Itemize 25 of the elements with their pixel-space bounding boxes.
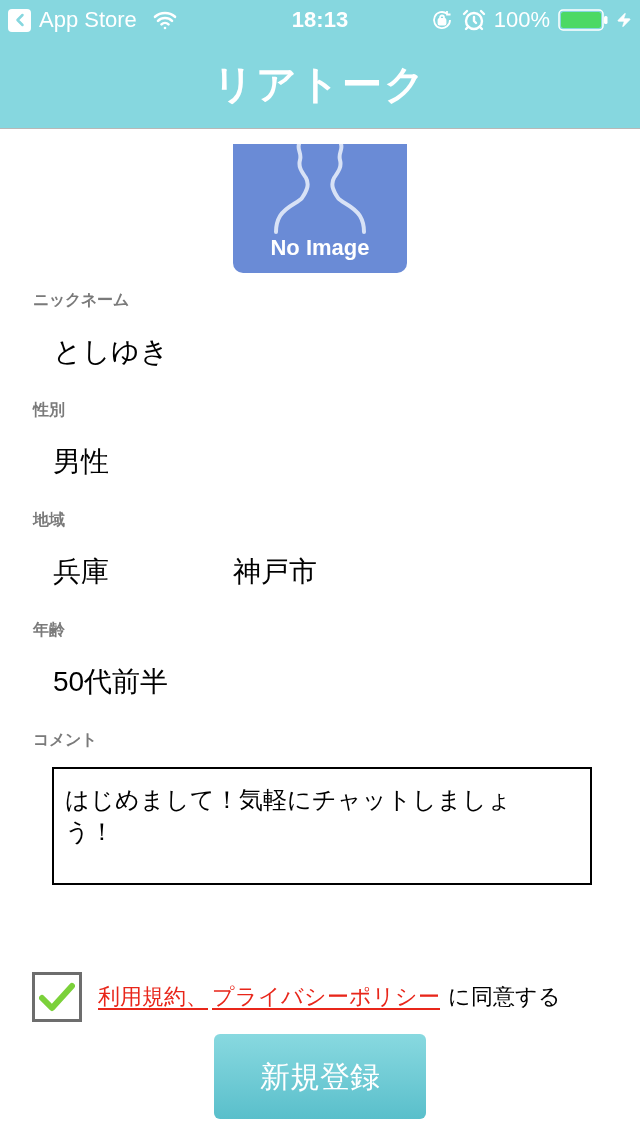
- comment-label: コメント: [33, 730, 97, 750]
- field-label: ニックネーム: [33, 290, 129, 310]
- charging-icon: [616, 12, 632, 28]
- field-label: 性別: [33, 400, 65, 420]
- status-time: 18:13: [291, 9, 349, 31]
- field-value: 神戸市: [233, 556, 317, 587]
- check-icon: [39, 982, 75, 1012]
- battery-icon: [558, 9, 608, 31]
- avatar-caption: No Image: [270, 236, 370, 260]
- agree-checkbox[interactable]: [32, 972, 82, 1022]
- policy-link[interactable]: 利用規約、: [98, 983, 208, 1011]
- field-value: 兵庫: [53, 556, 109, 587]
- field-label: 地域: [33, 510, 65, 530]
- battery-percent: 100%: [493, 9, 550, 31]
- field-value: としゆき: [53, 335, 169, 369]
- policy-link[interactable]: プライバシーポリシー: [212, 983, 440, 1011]
- field-value: 50代前半: [53, 665, 169, 699]
- agree-text: に同意する: [448, 983, 561, 1011]
- alarm-icon: [461, 8, 486, 32]
- app-title: リアトーク: [213, 64, 427, 104]
- field-value: 男性: [53, 445, 109, 479]
- comment-field[interactable]: はじめまして！気軽にチャットしましょう！: [52, 767, 592, 885]
- avatar-placeholder[interactable]: No Image: [233, 144, 407, 273]
- field-label: 年齢: [33, 620, 65, 640]
- person-silhouette-icon: [273, 144, 367, 234]
